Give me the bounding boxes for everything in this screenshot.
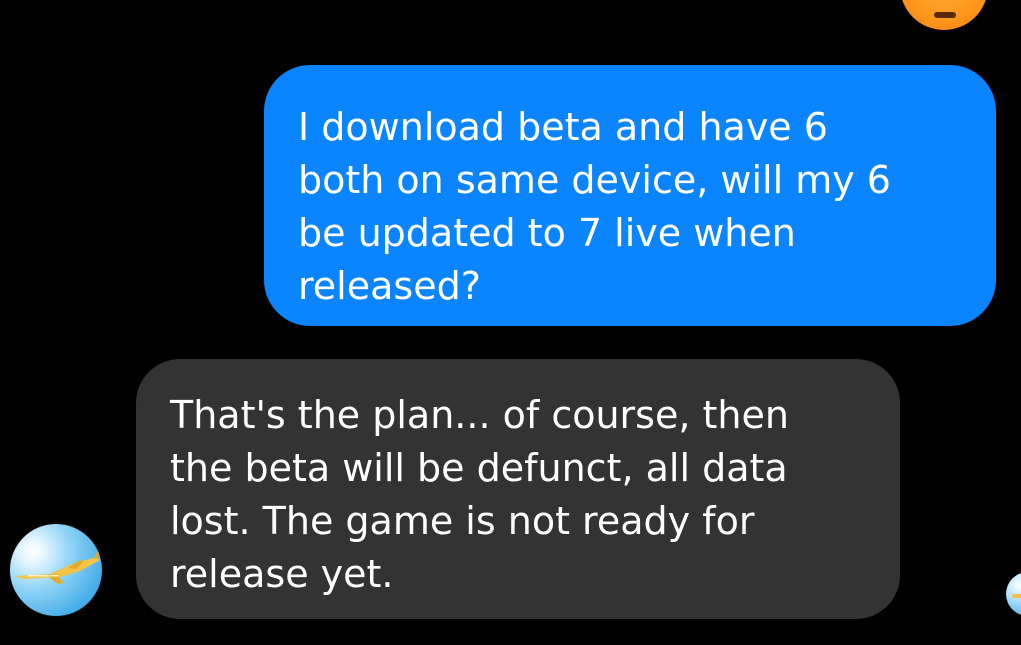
airplane-icon [14, 550, 100, 584]
sender-avatar[interactable] [10, 524, 102, 616]
received-message-bubble[interactable]: That's the plan... of course, then the b… [136, 359, 900, 619]
sent-message-bubble[interactable]: I download beta and have 6 both on same … [264, 65, 996, 326]
read-receipt-plane-icon [1012, 594, 1021, 598]
emoji-mouth [934, 12, 956, 18]
read-receipt-avatar [1006, 572, 1021, 616]
emoji-face-icon [900, 0, 988, 30]
